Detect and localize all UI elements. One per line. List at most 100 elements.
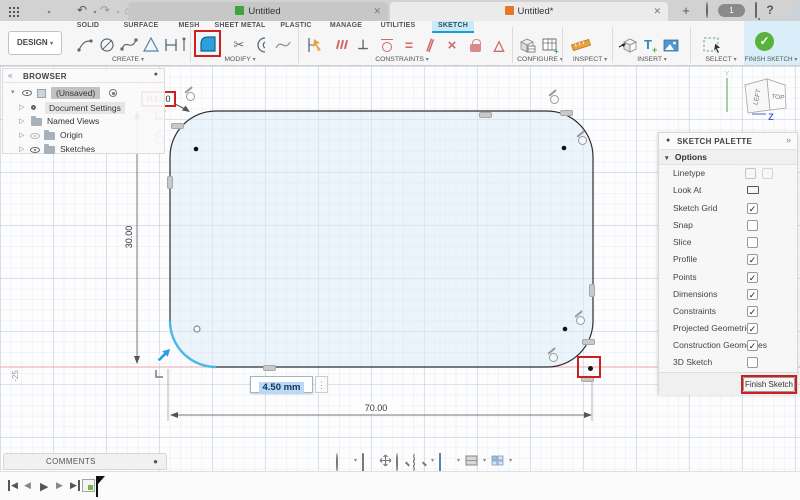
insert-canvas-tool[interactable]	[660, 34, 682, 56]
visibility-eye-icon[interactable]	[30, 147, 40, 153]
constraints-checkbox[interactable]: ✓	[747, 306, 758, 317]
highlighted-origin-point[interactable]	[577, 356, 601, 378]
sketch-palette-header[interactable]: ● SKETCH PALETTE »	[659, 133, 797, 150]
new-tab-button[interactable]: +	[678, 3, 694, 18]
comments-options-icon[interactable]: ●	[153, 454, 158, 470]
browser-item-sketches[interactable]: ▷ Sketches	[3, 143, 164, 157]
select-tool[interactable]	[702, 34, 724, 56]
hatch-constraint-tool[interactable]	[330, 34, 352, 56]
construction-line-icon[interactable]	[745, 168, 756, 179]
visibility-eye-icon[interactable]	[22, 90, 32, 96]
configuration-table-tool[interactable]: +	[539, 34, 561, 56]
tree-expand-icon[interactable]: ▷	[19, 103, 24, 111]
timeline-play-button[interactable]: ▶	[40, 480, 48, 493]
timeline-step-back-button[interactable]: ◀	[24, 480, 31, 491]
tree-expand-icon[interactable]: ▷	[19, 117, 24, 125]
spline-tool[interactable]	[118, 34, 140, 56]
circle-tool[interactable]	[96, 34, 118, 56]
polygon-constraint-tool[interactable]: △	[488, 34, 510, 56]
input-drag-handle[interactable]: ⋮	[315, 376, 328, 393]
tangent-constraint-icon[interactable]	[576, 316, 585, 325]
visibility-eye-icon[interactable]	[30, 133, 40, 139]
timeline-playhead[interactable]	[96, 476, 105, 497]
browser-root-row[interactable]: ▾ (Unsaved)	[3, 86, 164, 100]
snap-checkbox[interactable]	[747, 220, 758, 231]
arc-center-point[interactable]	[193, 325, 201, 333]
tangent-constraint-icon[interactable]	[578, 136, 587, 145]
orbit-button[interactable]	[336, 453, 349, 472]
design-workspace-selector[interactable]: DESIGN ▾	[8, 31, 62, 55]
point-tool[interactable]	[178, 34, 190, 56]
symmetry-constraint-tool[interactable]: ×	[441, 34, 463, 56]
dimensions-checkbox[interactable]: ✓	[747, 289, 758, 300]
close-tab-icon[interactable]: ✕	[653, 2, 661, 21]
sketch-point[interactable]	[561, 145, 567, 151]
fillet-tool-active[interactable]	[194, 30, 221, 57]
construction-geometries-checkbox[interactable]: ✓	[747, 340, 758, 351]
tangent-constraint-icon[interactable]	[549, 353, 558, 362]
sketch-profile[interactable]	[169, 110, 594, 368]
sketch-point[interactable]	[193, 146, 199, 152]
zoom-button[interactable]	[396, 453, 410, 472]
polygon-tool[interactable]	[140, 34, 162, 56]
display-settings-button[interactable]	[439, 453, 452, 472]
browser-item-origin[interactable]: ▷ Origin	[3, 129, 164, 143]
zoom-caret-icon[interactable]: ▾	[431, 457, 434, 464]
options-section-header[interactable]: ▾ Options	[659, 150, 797, 165]
vertical-constraint-icon[interactable]	[167, 176, 173, 189]
inspect-group-label[interactable]: INSPECT ▾	[560, 56, 620, 63]
grid-caret-icon[interactable]: ▾	[483, 457, 486, 464]
create-group-label[interactable]: CREATE ▾	[96, 56, 160, 63]
look-at-button[interactable]	[362, 453, 375, 472]
fillet-radius-input[interactable]: 4.50 mm	[250, 376, 313, 394]
modify-group-label[interactable]: MODIFY ▾	[208, 56, 272, 63]
orbit-caret-icon[interactable]: ▾	[354, 457, 357, 464]
tangent-constraint-icon[interactable]	[186, 92, 195, 101]
vertical-constraint-icon[interactable]	[589, 284, 595, 297]
tree-expand-icon[interactable]: ▾	[11, 88, 15, 96]
insert-mcmaster-tool[interactable]: T +	[639, 34, 661, 56]
tangent-constraint-icon[interactable]	[550, 95, 559, 104]
sketch-dimension-tool[interactable]	[304, 34, 326, 56]
pan-button[interactable]	[379, 454, 392, 467]
ribbon-tab-solid[interactable]: SOLID	[70, 21, 106, 32]
account-button[interactable]	[780, 3, 796, 18]
3d-sketch-checkbox[interactable]	[747, 357, 758, 368]
offset-tool[interactable]	[250, 34, 272, 56]
coincident-constraint-icon[interactable]	[171, 123, 184, 129]
horizontal-constraint-icon[interactable]	[479, 112, 492, 118]
timeline-sketch-feature[interactable]	[82, 479, 95, 492]
horizontal-constraint-icon[interactable]	[263, 365, 276, 371]
ribbon-tab-manage[interactable]: MANAGE	[324, 21, 368, 32]
coincident-constraint-icon[interactable]	[560, 110, 573, 116]
doc-tab-untitled[interactable]: Untitled ✕	[128, 2, 388, 21]
finish-sketch-label[interactable]: FINISH SKETCH ▾	[742, 56, 800, 63]
measure-tool[interactable]	[570, 34, 592, 56]
viewports-caret-icon[interactable]: ▾	[509, 457, 512, 464]
look-at-icon[interactable]	[747, 186, 759, 194]
coincident-constraint-icon[interactable]	[582, 339, 595, 345]
centerline-icon[interactable]	[762, 168, 773, 179]
profile-checkbox[interactable]: ✓	[747, 254, 758, 265]
panel-options-icon[interactable]: ●	[154, 71, 158, 78]
doc-tab-untitled-active[interactable]: Untitled* ✕	[390, 2, 668, 21]
configure-tool[interactable]	[516, 34, 538, 56]
collapse-panel-icon[interactable]: »	[786, 135, 791, 145]
insert-derive-tool[interactable]	[617, 34, 639, 56]
activate-radio-icon[interactable]	[109, 89, 117, 97]
collapse-panel-icon[interactable]: «	[8, 71, 12, 80]
constraints-group-label[interactable]: CONSTRAINTS ▾	[356, 56, 448, 63]
timeline-skip-start-button[interactable]: ◀	[8, 480, 18, 491]
finish-sketch-palette-button[interactable]: Finish Sketch	[743, 377, 795, 392]
points-checkbox[interactable]: ✓	[747, 272, 758, 283]
extensions-button[interactable]	[699, 2, 715, 18]
finish-sketch-button[interactable]: ✓	[755, 32, 774, 51]
sketch-grid-checkbox[interactable]: ✓	[747, 203, 758, 214]
ribbon-tab-surface[interactable]: SURFACE	[118, 21, 164, 32]
close-tab-icon[interactable]: ✕	[373, 2, 381, 21]
slice-checkbox[interactable]	[747, 237, 758, 248]
timeline-step-forward-button[interactable]: ▶	[56, 480, 63, 491]
app-launcher-icon[interactable]	[9, 7, 11, 9]
timeline-skip-end-button[interactable]: ▶	[70, 480, 80, 491]
browser-item-document-settings[interactable]: ▷ Document Settings	[3, 101, 164, 115]
